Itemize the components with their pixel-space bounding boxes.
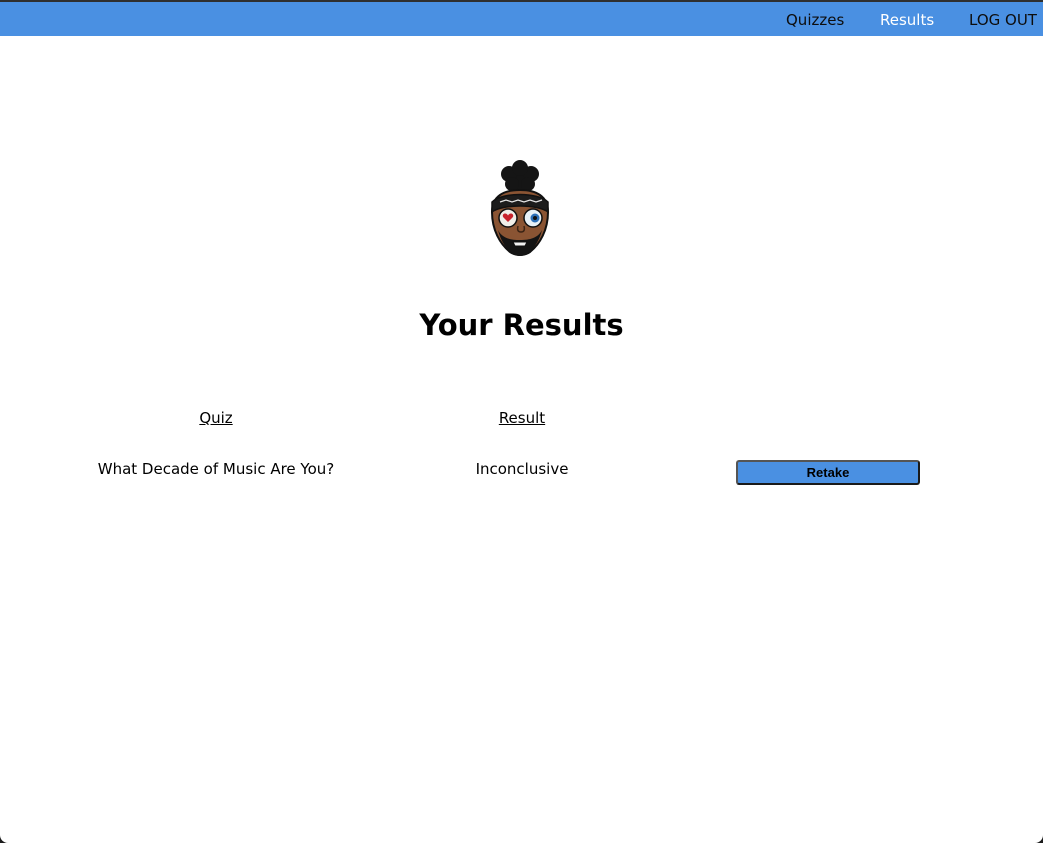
result-row-quiz-name: What Decade of Music Are You? <box>97 460 335 478</box>
avatar-icon <box>484 160 556 260</box>
column-header-result: Result <box>498 409 546 427</box>
app-window: Quizzes Results LOG OUT Your Results Qui… <box>0 0 1043 843</box>
nav-link-results[interactable]: Results <box>880 11 934 29</box>
column-header-quiz: Quiz <box>199 409 233 427</box>
page-title: Your Results <box>419 308 624 342</box>
nav-link-quizzes[interactable]: Quizzes <box>786 11 844 29</box>
result-row-result-value: Inconclusive <box>475 460 569 478</box>
nav-link-logout[interactable]: LOG OUT <box>969 11 1037 29</box>
retake-button[interactable]: Retake <box>736 460 920 485</box>
top-navbar: Quizzes Results LOG OUT <box>0 0 1043 36</box>
